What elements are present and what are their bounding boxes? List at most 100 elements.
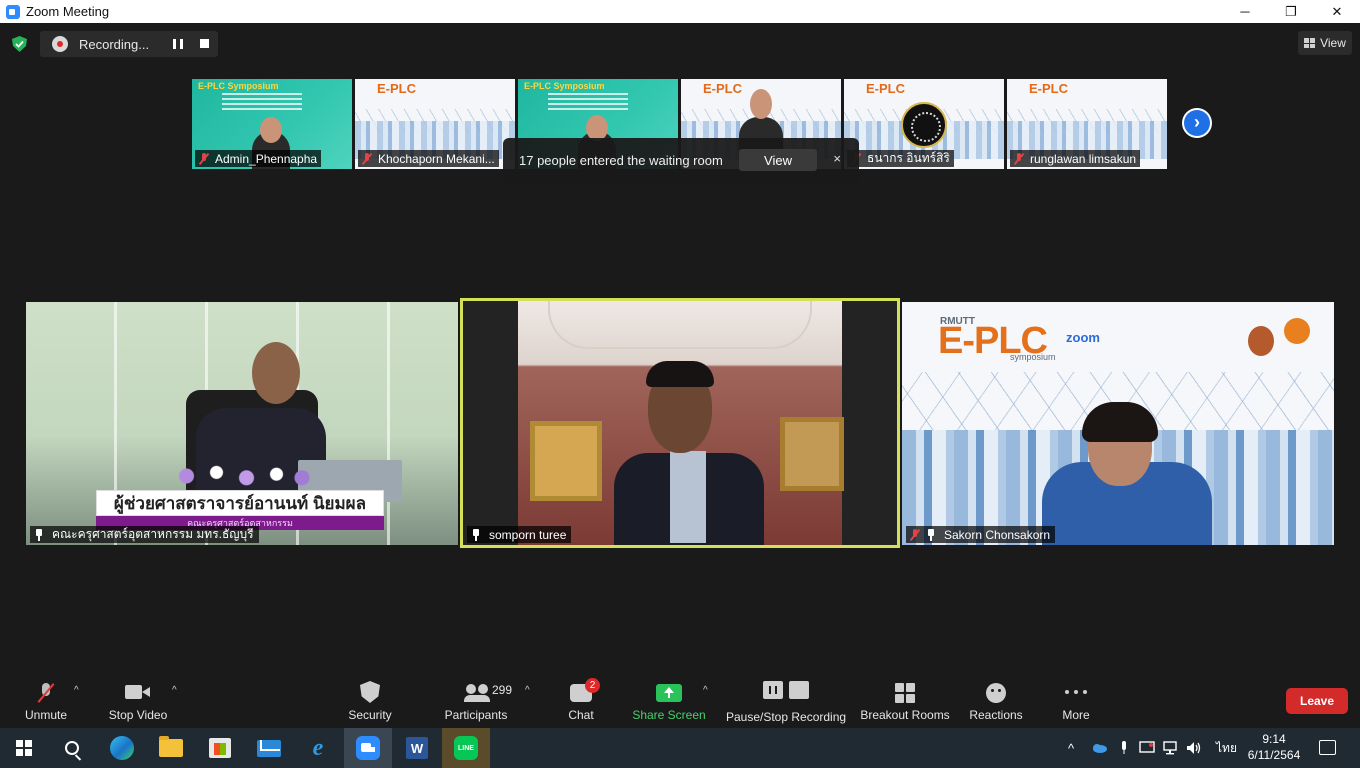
seal-logo	[1284, 318, 1310, 344]
video-options-caret-icon[interactable]: ^	[172, 685, 177, 696]
microphone-tray-icon[interactable]	[1116, 741, 1132, 755]
participant-name: Khochaporn Mekani...	[378, 151, 495, 166]
ellipsis-icon	[1065, 690, 1087, 694]
seal-logo	[1248, 326, 1274, 356]
show-hidden-icons-button[interactable]: ^	[1068, 728, 1074, 768]
participant-thumbnail[interactable]: E-PLC runglawan limsakun	[1007, 79, 1167, 169]
participants-options-caret-icon[interactable]: ^	[525, 685, 530, 696]
close-button[interactable]: ✕	[1314, 0, 1360, 23]
mic-muted-icon	[910, 528, 920, 541]
start-button[interactable]	[0, 728, 48, 768]
zoom-icon	[356, 736, 380, 760]
stop-recording-icon[interactable]	[200, 39, 209, 48]
participant-thumbnail[interactable]: E-PLC Khochaporn Mekani...	[355, 79, 515, 169]
participant-thumbnail[interactable]: E-PLC Symposium Admin_Phennapha	[192, 79, 352, 169]
minimize-button[interactable]: ─	[1222, 0, 1268, 23]
security-shield-icon	[360, 681, 380, 703]
next-page-button[interactable]: ›	[1182, 108, 1212, 138]
video-tile-left[interactable]: ผู้ช่วยศาสตราจารย์อานนท์ นิยมผล คณะครุศา…	[26, 302, 458, 545]
more-button[interactable]: More	[1058, 677, 1094, 728]
taskbar-line[interactable]: LINE	[442, 728, 490, 768]
grid-view-icon	[1304, 38, 1316, 48]
clock-date: 6/11/2564	[1247, 748, 1301, 762]
audio-options-caret-icon[interactable]: ^	[74, 685, 79, 696]
thumbnail-header: E-PLC	[866, 81, 905, 96]
input-language[interactable]: ไทย	[1216, 728, 1237, 768]
pause-recording-icon[interactable]	[173, 39, 183, 49]
ie-icon: e	[312, 734, 324, 761]
notification-close-icon[interactable]: ×	[833, 151, 841, 166]
participant-name: คณะครุศาสตร์อุตสาหกรรม มทร.ธัญบุรี	[52, 527, 254, 541]
leave-button[interactable]: Leave	[1286, 688, 1348, 714]
volume-icon[interactable]	[1186, 741, 1202, 755]
mic-muted-icon	[199, 152, 209, 165]
logo-zoom: zoom	[1066, 330, 1100, 345]
participants-button[interactable]: 299 Participants	[444, 677, 512, 728]
onedrive-icon[interactable]	[1091, 741, 1107, 755]
participant-name: somporn turee	[489, 527, 567, 542]
participant-nameplate: ธนากร อินทร์สิริ	[847, 150, 954, 167]
notification-view-button[interactable]: View	[739, 149, 817, 171]
line-icon: LINE	[454, 736, 478, 760]
taskbar-mail[interactable]	[245, 728, 293, 768]
window-title: Zoom Meeting	[26, 4, 110, 19]
taskbar-zoom[interactable]	[344, 728, 392, 768]
taskbar-word[interactable]: W	[393, 728, 441, 768]
microphone-muted-icon	[35, 681, 57, 705]
participant-avatar	[901, 102, 947, 148]
taskbar-search-button[interactable]	[48, 728, 96, 768]
participant-thumbnail[interactable]: E-PLC ธนากร อินทร์สิริ	[844, 79, 1004, 169]
thumbnail-header: E-PLC Symposium	[198, 81, 279, 91]
windows-start-icon	[16, 740, 32, 756]
participants-icon	[464, 684, 490, 702]
taskbar-file-explorer[interactable]	[147, 728, 195, 768]
title-bar: Zoom Meeting ─ ❐ ✕	[0, 0, 1360, 23]
word-icon: W	[406, 737, 428, 759]
search-icon	[65, 741, 79, 755]
security-button[interactable]: Security	[344, 677, 396, 728]
display-tray-icon[interactable]	[1139, 741, 1155, 755]
zoom-app-icon	[6, 4, 20, 19]
pin-icon	[34, 528, 44, 541]
stop-video-button[interactable]: Stop Video	[106, 677, 170, 728]
smiley-plus-icon	[986, 683, 1006, 703]
logo-symposium: symposium	[1010, 352, 1056, 362]
encryption-shield-icon[interactable]	[12, 36, 27, 52]
system-clock[interactable]: 9:14 6/11/2564	[1244, 731, 1304, 763]
taskbar-edge[interactable]	[98, 728, 146, 768]
mic-muted-icon	[1014, 152, 1024, 165]
meeting-toolbar: Unmute ^ Stop Video ^ Security 299 Parti…	[0, 677, 1360, 728]
file-explorer-icon	[159, 736, 183, 757]
taskbar-internet-explorer[interactable]: e	[294, 728, 342, 768]
recording-dot-icon	[52, 36, 68, 52]
participants-count: 299	[492, 683, 513, 697]
share-screen-button[interactable]: Share Screen	[632, 677, 706, 728]
chat-button[interactable]: 2 Chat	[566, 677, 600, 728]
pin-icon	[926, 528, 936, 541]
clock-time: 9:14	[1262, 732, 1286, 746]
pause-stop-recording-button[interactable]: Pause/Stop Recording	[726, 677, 846, 728]
participant-nameplate: Admin_Phennapha	[195, 150, 322, 167]
participant-name: Admin_Phennapha	[215, 151, 318, 166]
action-center-icon[interactable]	[1319, 740, 1336, 755]
video-tile-right[interactable]: RMUTT E-PLC zoom symposium Sakorn Chonsa…	[902, 302, 1334, 545]
taskbar-store[interactable]	[196, 728, 244, 768]
thumbnail-header: E-PLC	[703, 81, 742, 96]
share-screen-arrow-icon	[656, 684, 682, 702]
breakout-rooms-button[interactable]: Breakout Rooms	[860, 677, 950, 728]
view-button[interactable]: View	[1298, 31, 1352, 55]
video-camera-icon	[125, 685, 151, 701]
participant-nameplate: Sakorn Chonsakorn	[906, 526, 1056, 543]
maximize-button[interactable]: ❐	[1268, 0, 1314, 23]
meeting-area: Recording... View E-PLC Symposium Admin_…	[0, 23, 1360, 677]
view-button-label: View	[1320, 36, 1346, 50]
network-icon[interactable]	[1162, 741, 1178, 755]
participant-nameplate: runglawan limsakun	[1010, 150, 1141, 167]
video-tile-active-speaker[interactable]: somporn turee	[460, 298, 900, 548]
thumbnail-header: E-PLC	[377, 81, 416, 96]
reactions-button[interactable]: Reactions	[968, 677, 1024, 728]
chat-unread-badge: 2	[585, 678, 600, 693]
participant-name: Sakorn Chonsakorn	[944, 527, 1051, 542]
share-options-caret-icon[interactable]: ^	[703, 685, 708, 696]
unmute-button[interactable]: Unmute	[20, 677, 72, 728]
